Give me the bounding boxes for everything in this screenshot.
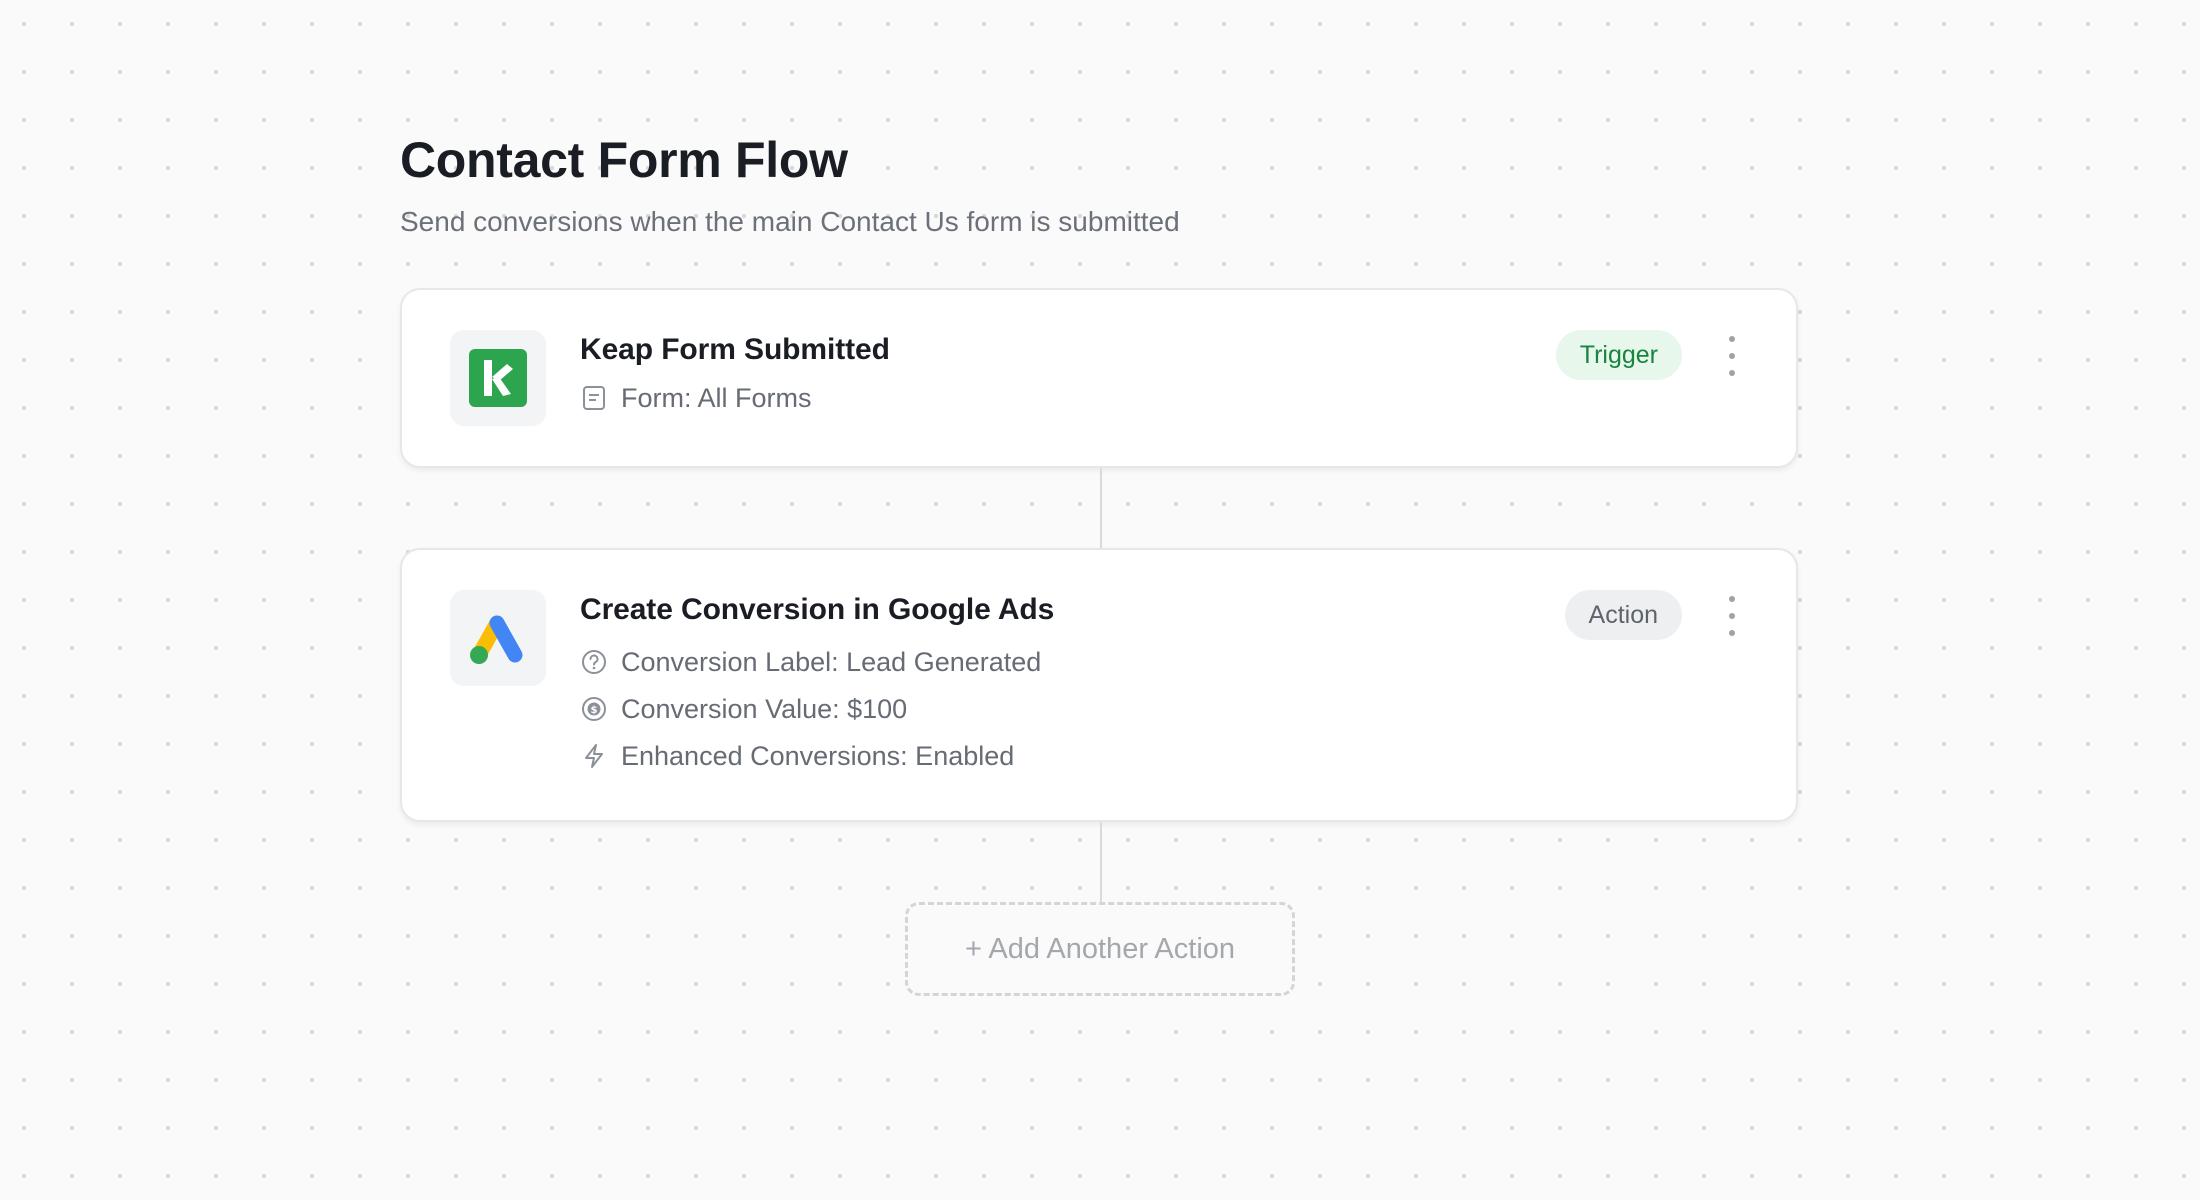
action-badge: Action (1564, 590, 1682, 640)
trigger-step-card[interactable]: Keap Form Submitted Form: All Forms Trig… (400, 288, 1798, 468)
dollar-circle-icon: $ (580, 695, 608, 723)
action-detail-enhanced-text: Enhanced Conversions: Enabled (621, 741, 1015, 771)
connector-line (1100, 822, 1102, 902)
page-subtitle: Send conversions when the main Contact U… (400, 206, 1180, 237)
question-circle-icon (580, 648, 608, 676)
action-detail-label: Conversion Label: Lead Generated (580, 644, 1054, 680)
action-step-card[interactable]: Create Conversion in Google Ads Conversi… (400, 548, 1798, 822)
svg-text:$: $ (591, 705, 598, 716)
trigger-badge: Trigger (1555, 330, 1682, 380)
connector-line (1100, 468, 1102, 548)
trigger-detail-form: Form: All Forms (580, 380, 890, 416)
google-ads-logo-icon (450, 590, 546, 686)
trigger-detail-text: Form: All Forms (621, 383, 812, 413)
lightning-icon (580, 742, 608, 770)
action-detail-label-text: Conversion Label: Lead Generated (621, 647, 1042, 677)
keap-logo-icon (450, 330, 546, 426)
add-another-action-button[interactable]: + Add Another Action (905, 902, 1295, 996)
action-title: Create Conversion in Google Ads (580, 593, 1055, 626)
action-detail-enhanced: Enhanced Conversions: Enabled (580, 738, 1054, 774)
action-detail-value: $ Conversion Value: $100 (580, 691, 1054, 727)
trigger-title: Keap Form Submitted (580, 333, 890, 366)
action-detail-value-text: Conversion Value: $100 (621, 694, 908, 724)
action-more-options-icon[interactable] (1722, 596, 1742, 636)
flow-page: Contact Form Flow Send conversions when … (400, 128, 1800, 996)
trigger-card-body: Keap Form Submitted Form: All Forms (580, 330, 890, 416)
action-card-body: Create Conversion in Google Ads Conversi… (580, 590, 1054, 774)
page-title: Contact Form Flow (400, 132, 848, 188)
trigger-more-options-icon[interactable] (1722, 336, 1742, 376)
form-document-icon (580, 384, 608, 412)
